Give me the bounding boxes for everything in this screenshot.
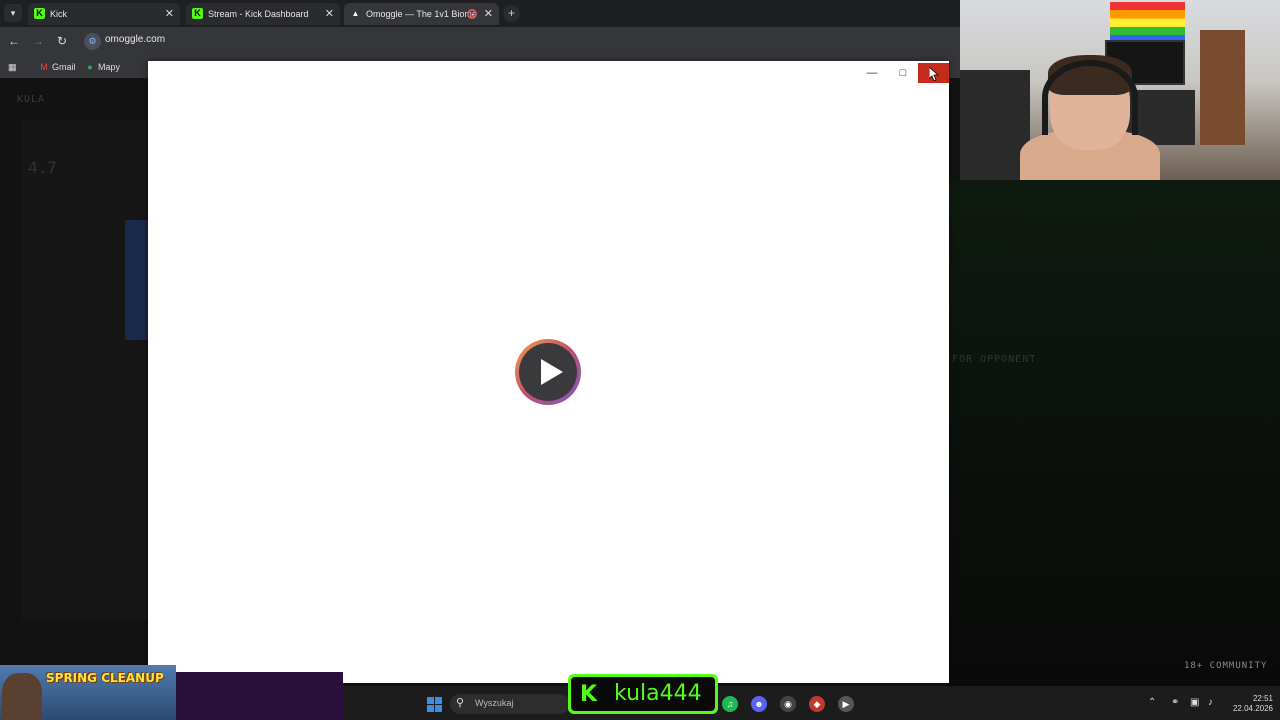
browser-tab-bar: ▾ K Kick ✕ K Stream - Kick Dashboard ✕ ▲… [0,0,960,27]
app-window: — □ [148,61,949,683]
windows-start-icon[interactable] [427,697,442,712]
profile-card [22,120,148,620]
tab-close-icon[interactable]: ✕ [165,3,174,25]
site-info-icon[interactable]: ⚙ [84,33,101,50]
webcam-feed [960,0,1280,180]
obs-icon[interactable]: ◉ [780,696,796,712]
search-placeholder: Wyszukaj [475,698,514,708]
community-label: 18+ COMMUNITY [1184,661,1268,671]
tab-label: Kick [50,9,68,19]
play-icon [541,359,563,385]
taskbar-search[interactable]: ⚲ Wyszukaj [450,694,570,714]
chevron-up-icon[interactable]: ⌃ [1148,697,1156,708]
tab-close-icon[interactable]: ✕ [484,3,493,25]
maximize-icon[interactable]: □ [888,63,918,83]
headset-icon [1042,60,1138,135]
discord-icon[interactable]: ☻ [751,696,767,712]
close-window-button[interactable] [918,63,949,83]
kick-badge-inner: K kula444 [571,677,715,711]
kick-logo-icon: K [34,8,45,19]
new-tab-button[interactable]: + [503,5,520,22]
apps-grid-icon[interactable]: ▦ [8,60,17,74]
triangle-logo-icon: ▲ [351,9,360,18]
gmail-icon: M [40,62,48,72]
search-icon: ⚲ [456,697,465,709]
background-image-strip [125,220,148,340]
kick-username: kula444 [614,681,702,706]
back-arrow-icon[interactable]: ← [6,33,22,49]
shield-icon[interactable]: ◆ [809,696,825,712]
kick-logo-icon: K [192,8,203,19]
tab-kick-dashboard[interactable]: K Stream - Kick Dashboard ✕ [186,3,340,25]
tab-label: Stream - Kick Dashboard [208,9,309,19]
banner-title: SPRING CLEANUP [46,671,164,685]
bookmark-mapy[interactable]: ● Mapy [85,60,120,74]
mouse-cursor-icon [929,67,939,81]
clock-date: 22.04.2026 [1232,704,1273,713]
bookmark-label: Mapy [98,62,121,72]
minimize-icon[interactable]: — [857,63,887,83]
tab-label: Omoggle — The 1v1 Biome [366,9,477,19]
bookmark-gmail[interactable]: M Gmail [39,60,76,74]
kick-logo-icon: K [580,682,598,707]
tab-search-chevron-icon[interactable]: ▾ [4,4,22,22]
omnibox[interactable]: ⚙ omoggle.com [82,31,952,52]
tab-close-icon[interactable]: ✕ [325,3,334,25]
network-icon[interactable]: ▣ [1190,697,1199,708]
overlay-purple-panel [176,672,343,720]
play-button[interactable] [515,339,581,405]
address-bar-row: ← → ↻ ⚙ omoggle.com [0,27,960,56]
kick-username-badge: K kula444 [568,674,718,714]
forward-arrow-icon[interactable]: → [30,33,46,49]
reload-icon[interactable]: ↻ [54,33,70,49]
media-player-icon[interactable]: ▶ [838,696,854,712]
rating-value: 4.7 [28,158,57,177]
volume-icon[interactable]: ♪ [1208,697,1213,708]
tab-omoggle[interactable]: ▲ Omoggle — The 1v1 Biome ✕ [344,3,499,25]
clock-time: 22:51 [1252,694,1273,703]
screen: ▾ K Kick ✕ K Stream - Kick Dashboard ✕ ▲… [0,0,1280,720]
opponent-status: FOR OPPONENT [952,354,1037,365]
profile-name: KULA [17,94,46,105]
system-clock[interactable]: 22:51 22.04.2026 [1228,694,1273,714]
play-button-inner [519,343,577,401]
tab-kick[interactable]: K Kick ✕ [28,3,180,25]
microphone-icon[interactable]: ⚭ [1171,697,1179,708]
banner-character [2,673,42,720]
taskbar: ⚲ Wyszukaj ♫ ☻ ◉ ◆ ▶ ⌃ ⚭ ▣ ♪ 22:51 22.04… [343,686,1280,720]
webcam-door [1200,30,1245,145]
maps-pin-icon: ● [87,62,93,72]
opponent-panel [948,180,1280,686]
spotify-icon[interactable]: ♫ [722,696,738,712]
url-text: omoggle.com [105,34,166,45]
recording-icon [467,9,477,19]
event-banner: SPRING CLEANUP [0,665,176,720]
bookmark-label: Gmail [52,62,76,72]
